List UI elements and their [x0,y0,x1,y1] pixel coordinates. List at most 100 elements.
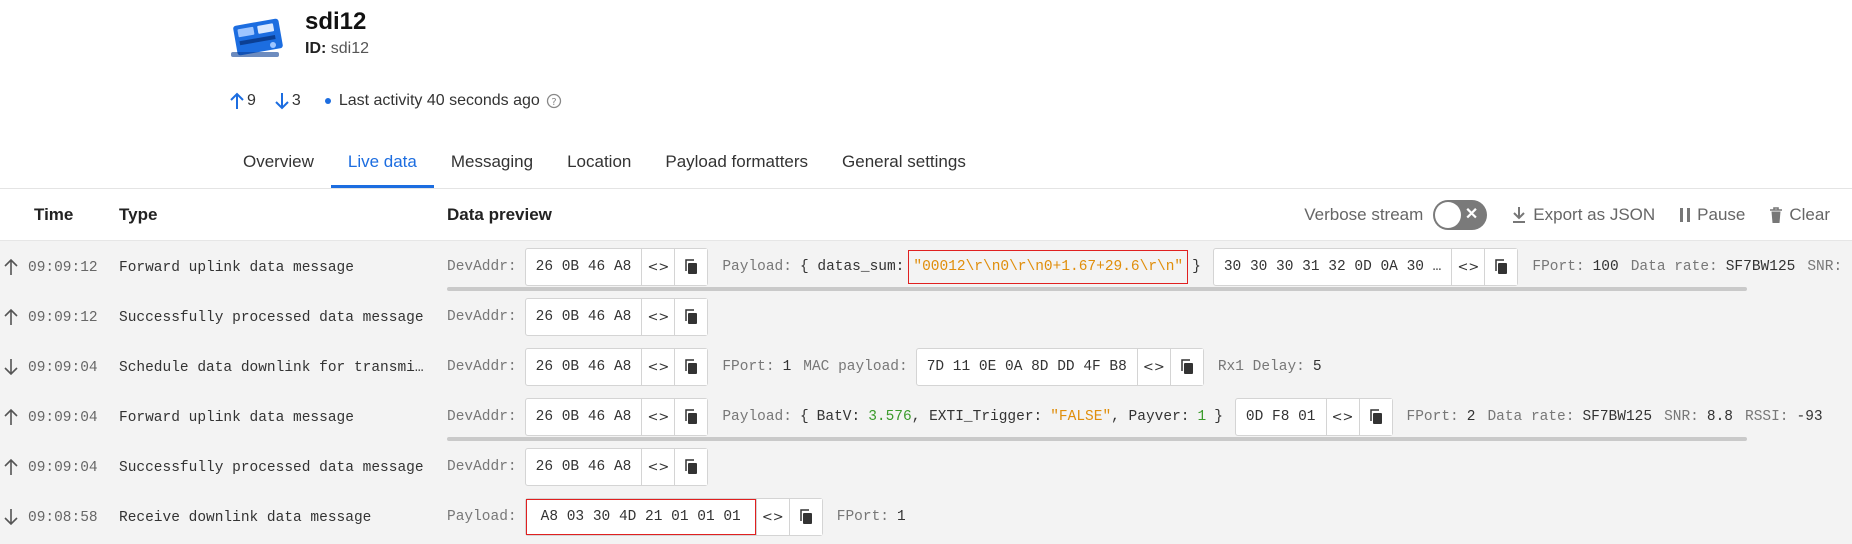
event-time: 09:09:04 [28,410,98,426]
batv-value: 3.576 [868,409,912,425]
event-row[interactable]: 09:09:12 Forward uplink data message Dev… [0,243,1852,293]
devaddr-field: 26 0B 46 A8 <> [524,398,709,436]
fport-label: FPort: [836,509,889,525]
event-row[interactable]: 09:09:04 Forward uplink data message Dev… [0,393,1852,443]
batv-key: BatV: [816,409,861,425]
tab-messaging[interactable]: Messaging [434,142,550,188]
event-preview: DevAddr: 26 0B 46 A8 <> [447,447,709,487]
payload-bytes-value: 30 30 30 31 32 0D 0A 30 … [1223,259,1442,275]
toggle-format-button[interactable]: <> [641,399,675,435]
payload-label: Payload: [447,509,517,525]
horizontal-scrollbar[interactable] [447,287,1747,291]
pause-label: Pause [1697,205,1746,224]
column-time: Time [34,205,74,224]
uplink-count-value: 9 [247,92,256,109]
payload-open: { [799,409,809,425]
fport-value: 1 [896,509,906,525]
tab-payload-formatters[interactable]: Payload formatters [648,142,825,188]
arrow-up-icon [4,458,18,475]
event-row[interactable]: 09:09:04 Schedule data downlink for tran… [0,343,1852,393]
event-row[interactable]: 09:09:04 Successfully processed data mes… [0,443,1852,493]
uplink-count: 9 [229,92,256,110]
datarate-value: SF7BW125 [1582,409,1653,425]
rx1-delay-label: Rx1 Delay: [1217,359,1305,375]
devaddr-value: 26 0B 46 A8 [535,459,632,475]
toggle-format-button[interactable]: <> [641,349,675,385]
event-preview: DevAddr: 26 0B 46 A8 <> FPort: 1 MAC pay… [447,347,1322,387]
svg-text:?: ? [551,97,556,108]
help-icon[interactable]: ? [546,93,562,109]
device-id-label: ID: [305,40,327,57]
export-json-button[interactable]: Export as JSON [1511,205,1655,225]
downlink-count-value: 3 [291,92,301,109]
copy-icon [1181,359,1193,374]
fport-label: FPort: [722,359,775,375]
column-data-preview: Data preview [447,205,552,224]
rssi-label: RSSI: [1745,409,1789,425]
device-title: sdi12 [305,8,367,35]
devaddr-value: 26 0B 46 A8 [535,359,632,375]
event-type: Receive downlink data message [119,510,372,526]
payload-bytes-field: 0D F8 01 <> [1234,398,1393,436]
exti-key: , EXTI_Trigger: [911,409,1043,425]
copy-button[interactable] [674,349,708,385]
copy-button[interactable] [1484,249,1518,285]
verbose-stream-toggle[interactable]: ✕ [1433,200,1488,230]
event-row[interactable]: 09:08:58 Receive downlink data message P… [0,493,1852,543]
last-activity: Last activity 40 seconds ago [338,92,540,109]
clear-button[interactable]: Clear [1769,205,1830,225]
toggle-format-button[interactable]: <> [755,499,789,535]
copy-button[interactable] [788,499,822,535]
event-row[interactable]: 09:09:12 Successfully processed data mes… [0,293,1852,343]
tab-location[interactable]: Location [550,142,648,188]
payload-bytes-field: A8 03 30 4D 21 01 01 01 <> [524,498,823,536]
tab-general-settings[interactable]: General settings [825,142,983,188]
payload-string-value: "00012\r\n0\r\n0+1.67+29.6\r\n" [908,250,1189,284]
event-time: 09:08:58 [28,510,98,526]
event-type: Forward uplink data message [119,410,354,426]
copy-icon [685,259,698,274]
toggle-format-button[interactable]: <> [1325,399,1359,435]
copy-button[interactable] [1358,399,1392,435]
horizontal-scrollbar[interactable] [447,437,1747,441]
arrow-down-icon [4,359,18,376]
pause-button[interactable]: Pause [1679,205,1745,225]
devaddr-value: 26 0B 46 A8 [535,309,632,325]
tab-live-data[interactable]: Live data [330,142,434,188]
payver-key: , Payver: [1111,409,1190,425]
copy-icon [685,459,698,474]
devaddr-field: 26 0B 46 A8 <> [524,448,709,486]
arrow-down-icon [4,509,18,526]
toggle-format-button[interactable]: <> [641,449,675,485]
payload-bytes-field: 30 30 30 31 32 0D 0A 30 … <> [1212,248,1519,286]
downlink-count: 3 [274,92,301,110]
table-header: Time Type Data preview Verbose stream ✕ … [0,189,1852,241]
copy-button[interactable] [674,399,708,435]
copy-button[interactable] [674,299,708,335]
device-stats: 9 3 Last activity 40 seconds ago ? [229,89,562,113]
toggle-format-button[interactable]: <> [641,249,675,285]
copy-icon [685,309,698,324]
toggle-format-button[interactable]: <> [641,299,675,335]
device-icon [231,18,283,57]
pause-icon [1680,208,1691,222]
copy-icon [1369,409,1382,424]
devaddr-label: DevAddr: [447,259,517,275]
column-type: Type [119,205,158,224]
toggle-format-button[interactable]: <> [1136,349,1170,385]
exti-value: "FALSE" [1050,409,1112,425]
event-preview: DevAddr: 26 0B 46 A8 <> Payload: { BatV:… [447,397,1823,437]
copy-button[interactable] [1169,349,1203,385]
copy-button[interactable] [674,249,708,285]
tab-overview[interactable]: Overview [226,142,331,188]
datarate-label: Data rate: [1487,409,1575,425]
event-type: Successfully processed data message [119,460,424,476]
copy-button[interactable] [674,449,708,485]
toggle-knob [1435,202,1462,228]
fport-label: FPort: [1406,409,1459,425]
fport-value: 1 [782,359,792,375]
payver-value: 1 [1197,409,1207,425]
event-preview: DevAddr: 26 0B 46 A8 <> Payload: { datas… [447,247,1850,287]
toggle-format-button[interactable]: <> [1451,249,1485,285]
fport-value: 100 [1592,259,1619,275]
